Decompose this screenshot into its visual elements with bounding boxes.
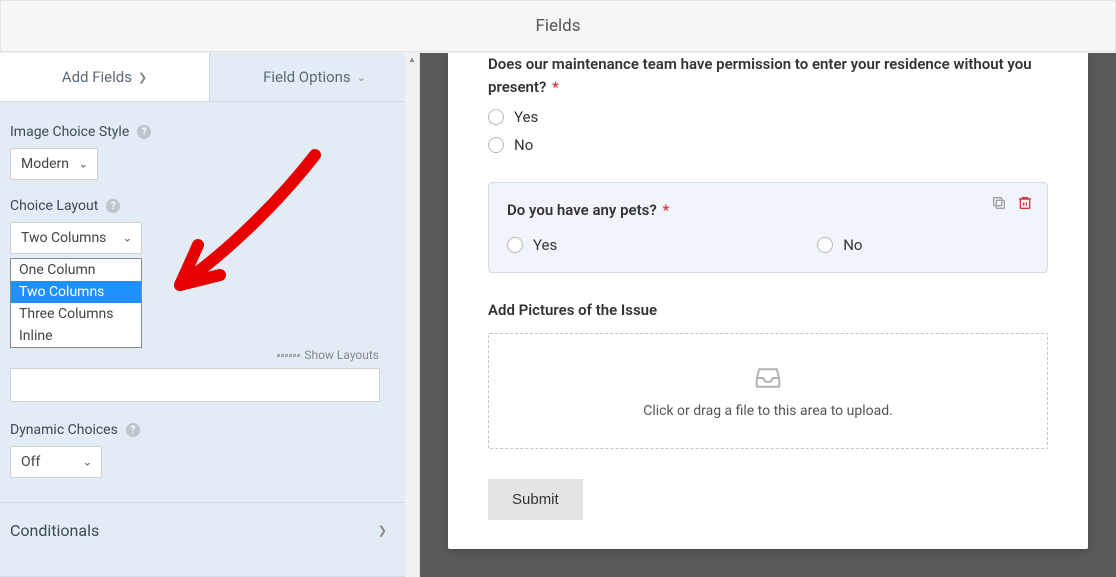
choice-layout-dropdown: One Column Two Columns Three Columns Inl… [10,258,142,348]
chevron-right-icon: ❯ [138,71,147,84]
radio-label: Yes [533,236,557,254]
tab-add-fields[interactable]: Add Fields ❯ [0,53,210,101]
image-choice-style-value: Modern [21,156,69,172]
tab-field-options[interactable]: Field Options ⌄ [210,53,419,101]
tab-field-options-label: Field Options [263,68,351,86]
chevron-right-icon: ❯ [378,524,387,537]
dynamic-choices-label: Dynamic Choices [10,422,118,438]
radio-label: Yes [514,108,538,126]
choice-layout-option-inline[interactable]: Inline [11,325,141,347]
help-icon[interactable]: ? [137,125,151,139]
choice-layout-select[interactable]: Two Columns ⌄ [10,222,142,254]
choice-layout-label-row: Choice Layout ? [10,198,387,214]
question-permission-title: Does our maintenance team have permissio… [488,53,1048,98]
field-options-panel: Image Choice Style ? Modern ⌄ Choice Lay… [0,102,405,478]
chevron-down-icon: ⌄ [123,232,132,245]
question-pets-selected[interactable]: Do you have any pets? * Yes No [488,182,1048,273]
duplicate-icon[interactable] [991,195,1007,211]
layout-input[interactable] [10,368,380,402]
radio-icon [488,109,504,125]
tab-add-fields-label: Add Fields [62,68,132,86]
page-header: Fields [0,0,1116,52]
choice-layout-option-two-columns[interactable]: Two Columns [11,281,141,303]
submit-button[interactable]: Submit [488,479,583,520]
radio-option-yes[interactable]: Yes [507,236,557,254]
required-mark: * [662,201,669,219]
chevron-down-icon: ⌄ [79,158,88,171]
main-layout: Add Fields ❯ Field Options ⌄ Image Choic… [0,52,1116,577]
choice-layout-label: Choice Layout [10,198,98,214]
question-pets-title: Do you have any pets? * [507,199,1029,222]
submit-label: Submit [512,491,559,508]
radio-option-no[interactable]: No [817,236,862,254]
question-permission-text: Does our maintenance team have permissio… [488,55,1032,96]
choice-layout-select-wrapper: Two Columns ⌄ One Column Two Columns Thr… [10,222,387,254]
radio-icon [817,237,833,253]
form-preview: Does our maintenance team have permissio… [448,53,1088,549]
upload-hint: Click or drag a file to this area to upl… [643,403,893,419]
sidebar: Add Fields ❯ Field Options ⌄ Image Choic… [0,53,420,577]
field-actions [991,195,1033,211]
radio-icon [507,237,523,253]
choice-layout-value: Two Columns [21,230,106,246]
file-upload-zone[interactable]: Click or drag a file to this area to upl… [488,333,1048,449]
choice-layout-option-one-column[interactable]: One Column [11,259,141,281]
image-choice-style-label-row: Image Choice Style ? [10,124,387,140]
dynamic-choices-label-row: Dynamic Choices ? [10,422,387,438]
scroll-up-icon[interactable]: ▲ [405,53,419,67]
chevron-down-icon: ⌄ [357,71,366,84]
radio-label: No [514,136,533,154]
radio-option-yes[interactable]: Yes [488,108,1048,126]
radio-label: No [843,236,862,254]
upload-label: Add Pictures of the Issue [488,301,1048,319]
help-icon[interactable]: ? [126,423,140,437]
chevron-down-icon: ⌄ [83,456,92,469]
grid-icon [277,354,300,357]
trash-icon[interactable] [1017,195,1033,211]
image-choice-style-select[interactable]: Modern ⌄ [10,148,98,180]
question-pets-text: Do you have any pets? [507,201,657,219]
radio-row-two-columns: Yes No [507,236,1029,254]
inbox-icon [751,363,785,393]
dynamic-choices-value: Off [21,454,40,470]
image-choice-style-label: Image Choice Style [10,124,129,140]
show-layouts-label: Show Layouts [304,348,379,362]
radio-icon [488,137,504,153]
conditionals-accordion[interactable]: Conditionals ❯ [0,503,405,558]
dynamic-choices-select[interactable]: Off ⌄ [10,446,102,478]
show-layouts-link[interactable]: Show Layouts [10,348,379,362]
radio-option-no[interactable]: No [488,136,1048,154]
sidebar-tabs: Add Fields ❯ Field Options ⌄ [0,53,419,102]
help-icon[interactable]: ? [106,199,120,213]
required-mark: * [552,78,559,96]
form-preview-area: Does our maintenance team have permissio… [420,53,1116,577]
question-permission[interactable]: Does our maintenance team have permissio… [488,53,1048,154]
choice-layout-option-three-columns[interactable]: Three Columns [11,303,141,325]
page-title: Fields [535,16,580,36]
conditionals-label: Conditionals [10,521,99,540]
sidebar-scrollbar[interactable]: ▲ [405,53,419,577]
